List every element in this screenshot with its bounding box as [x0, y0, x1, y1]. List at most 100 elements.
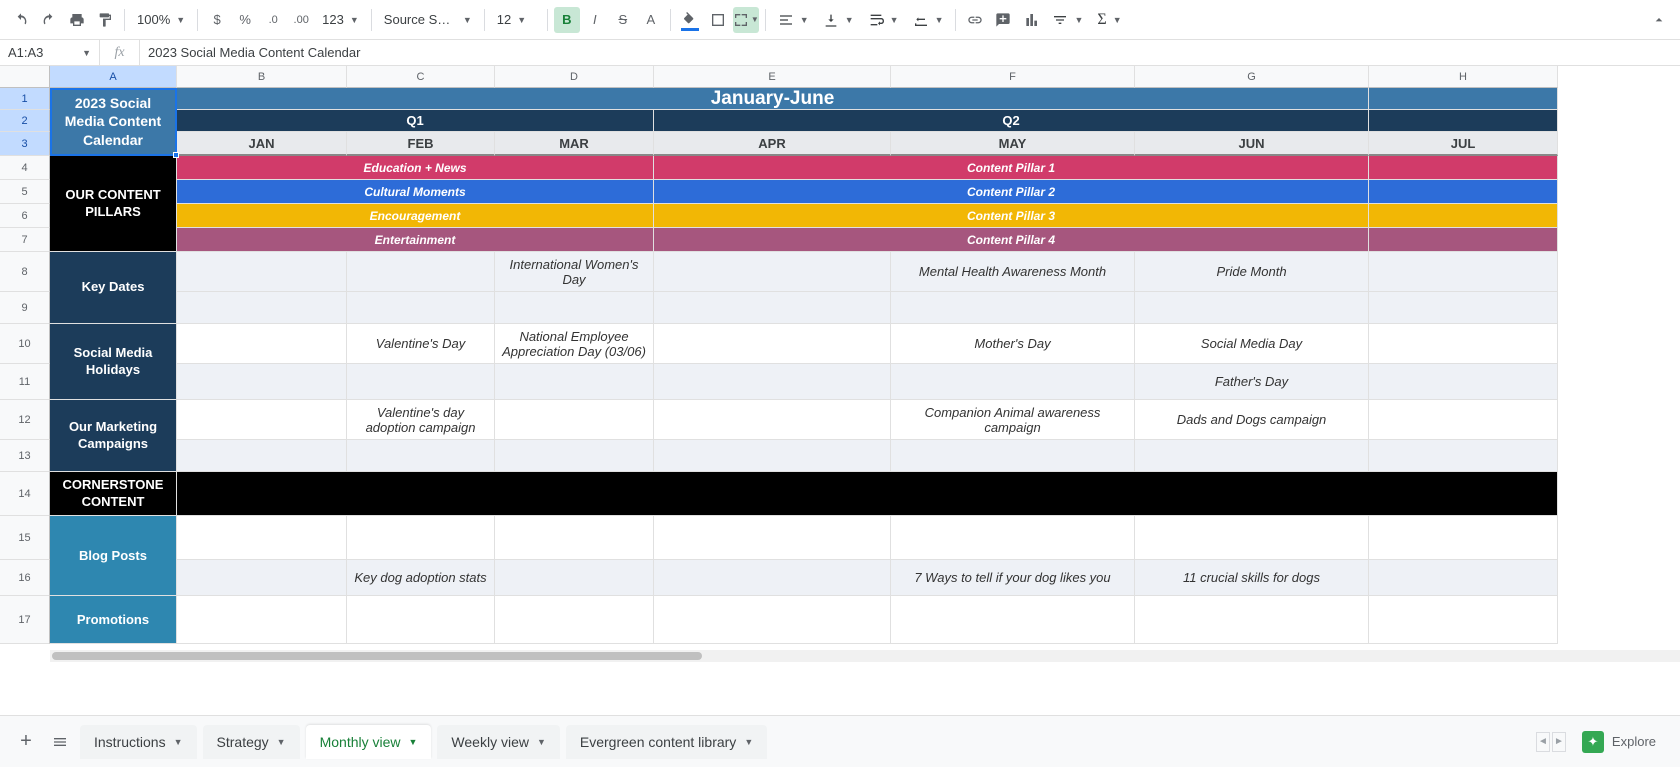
scrollbar-thumb[interactable] [52, 652, 702, 660]
name-box[interactable]: A1:A3▼ [0, 40, 100, 65]
cell[interactable] [1135, 440, 1369, 472]
selection-handle[interactable] [173, 152, 179, 158]
row-header-11[interactable]: 11 [0, 364, 50, 400]
cell[interactable] [1369, 324, 1558, 364]
col-header-h[interactable]: H [1369, 66, 1558, 88]
cell[interactable]: Social Media Day [1135, 324, 1369, 364]
cell[interactable] [495, 440, 654, 472]
strikethrough-button[interactable]: S [610, 7, 636, 33]
social-holidays-header[interactable]: Social Media Holidays [50, 324, 177, 400]
cell[interactable] [177, 472, 1558, 516]
filter-button[interactable]: ▼ [1046, 7, 1089, 33]
cell[interactable] [654, 400, 891, 440]
cell[interactable]: 7 Ways to tell if your dog likes you [891, 560, 1135, 596]
cell[interactable] [347, 440, 495, 472]
cell[interactable] [347, 596, 495, 644]
cell[interactable] [654, 292, 891, 324]
cell[interactable] [1369, 292, 1558, 324]
pillar-cell[interactable]: Education + News [177, 156, 654, 180]
month-jan[interactable]: JAN [177, 132, 347, 156]
pillar-cell[interactable]: Cultural Moments [177, 180, 654, 204]
cell[interactable] [1369, 560, 1558, 596]
promotions-header[interactable]: Promotions [50, 596, 177, 644]
borders-button[interactable] [705, 7, 731, 33]
cell[interactable] [347, 364, 495, 400]
bold-button[interactable]: B [554, 7, 580, 33]
cell[interactable] [1369, 364, 1558, 400]
row-header-17[interactable]: 17 [0, 596, 50, 644]
sheet-tab-evergreen[interactable]: Evergreen content library▼ [566, 725, 767, 759]
horizontal-scrollbar[interactable] [50, 650, 1680, 662]
text-rotation-button[interactable]: ▼ [907, 7, 950, 33]
font-select[interactable]: Source San...▼ [378, 7, 478, 33]
redo-button[interactable] [36, 7, 62, 33]
q1-cell[interactable]: Q1 [177, 110, 654, 132]
blog-posts-header[interactable]: Blog Posts [50, 516, 177, 596]
cell[interactable] [891, 596, 1135, 644]
add-sheet-button[interactable]: + [12, 728, 40, 756]
cell[interactable] [1369, 516, 1558, 560]
sheet-tab-instructions[interactable]: Instructions▼ [80, 725, 197, 759]
number-format-select[interactable]: 123▼ [316, 7, 365, 33]
cell[interactable]: Father's Day [1135, 364, 1369, 400]
cell[interactable] [891, 440, 1135, 472]
cell[interactable]: Companion Animal awareness campaign [891, 400, 1135, 440]
cell[interactable] [654, 252, 891, 292]
formula-input[interactable]: 2023 Social Media Content Calendar [140, 40, 1680, 65]
campaigns-header[interactable]: Our Marketing Campaigns [50, 400, 177, 472]
month-feb[interactable]: FEB [347, 132, 495, 156]
explore-button[interactable]: ◄ ► ✦ Explore [1524, 725, 1668, 759]
currency-button[interactable]: $ [204, 7, 230, 33]
insert-chart-button[interactable] [1018, 7, 1044, 33]
sheet-tab-weekly[interactable]: Weekly view▼ [437, 725, 559, 759]
month-apr[interactable]: APR [654, 132, 891, 156]
v-align-button[interactable]: ▼ [817, 7, 860, 33]
cell[interactable] [1369, 156, 1558, 180]
cell[interactable] [1369, 180, 1558, 204]
cell[interactable]: National Employee Appreciation Day (03/0… [495, 324, 654, 364]
cell[interactable]: Key dog adoption stats [347, 560, 495, 596]
insert-comment-button[interactable] [990, 7, 1016, 33]
cell[interactable] [891, 292, 1135, 324]
merge-cells-button[interactable]: ▼ [733, 7, 759, 33]
row-header-7[interactable]: 7 [0, 228, 50, 252]
tab-scroll-right[interactable]: ► [1552, 732, 1566, 752]
cell[interactable] [347, 252, 495, 292]
cell[interactable] [891, 516, 1135, 560]
month-jul[interactable]: JUL [1369, 132, 1558, 156]
cell[interactable]: Dads and Dogs campaign [1135, 400, 1369, 440]
decrease-decimal-button[interactable]: .0 [260, 7, 286, 33]
title-cell[interactable]: 2023 Social Media Content Calendar [50, 88, 177, 156]
cell[interactable] [495, 596, 654, 644]
col-header-g[interactable]: G [1135, 66, 1369, 88]
cell[interactable]: Pride Month [1135, 252, 1369, 292]
row-header-13[interactable]: 13 [0, 440, 50, 472]
col-header-d[interactable]: D [495, 66, 654, 88]
row-header-15[interactable]: 15 [0, 516, 50, 560]
row-header-6[interactable]: 6 [0, 204, 50, 228]
col-header-b[interactable]: B [177, 66, 347, 88]
italic-button[interactable]: I [582, 7, 608, 33]
row-header-12[interactable]: 12 [0, 400, 50, 440]
spreadsheet-grid[interactable]: A B C D E F G H 1 2023 Social Media Cont… [0, 66, 1680, 662]
cell[interactable] [1369, 596, 1558, 644]
cell[interactable] [891, 364, 1135, 400]
pillar-cell[interactable]: Content Pillar 2 [654, 180, 1369, 204]
cell[interactable] [177, 292, 347, 324]
cell[interactable] [495, 400, 654, 440]
undo-button[interactable] [8, 7, 34, 33]
row-header-1[interactable]: 1 [0, 88, 50, 110]
zoom-select[interactable]: 100%▼ [131, 7, 191, 33]
cell[interactable] [495, 292, 654, 324]
row-header-10[interactable]: 10 [0, 324, 50, 364]
cell[interactable] [1135, 292, 1369, 324]
cell[interactable] [1369, 204, 1558, 228]
row-header-14[interactable]: 14 [0, 472, 50, 516]
cell[interactable] [1369, 228, 1558, 252]
cell[interactable]: Mother's Day [891, 324, 1135, 364]
col-header-e[interactable]: E [654, 66, 891, 88]
cell[interactable] [1369, 440, 1558, 472]
pillar-cell[interactable]: Content Pillar 3 [654, 204, 1369, 228]
month-may[interactable]: MAY [891, 132, 1135, 156]
text-color-button[interactable]: A [638, 7, 664, 33]
